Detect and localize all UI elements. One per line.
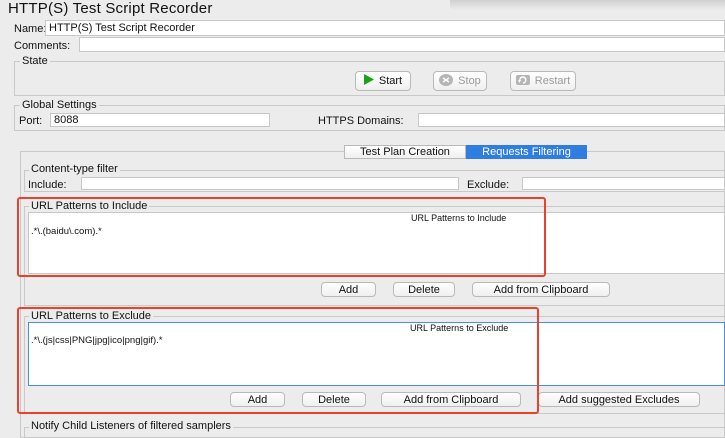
start-button-label: Start <box>378 75 403 87</box>
https-domains-label: HTTPS Domains: <box>318 115 404 127</box>
include-add-from-clipboard-button[interactable]: Add from Clipboard <box>472 282 610 297</box>
restart-button-label: Restart <box>534 75 571 87</box>
content-type-legend: Content-type filter <box>29 163 120 175</box>
tab-requests-filtering[interactable]: Requests Filtering <box>466 145 587 159</box>
exclude-label: Exclude: <box>467 179 510 191</box>
include-label: Include: <box>28 179 67 191</box>
name-field[interactable]: HTTP(S) Test Script Recorder <box>45 20 725 36</box>
stop-button-label: Stop <box>458 75 481 87</box>
window-top-shadow <box>450 0 725 10</box>
highlight-include-box <box>17 197 546 277</box>
restart-icon <box>515 74 530 89</box>
name-label: Name: <box>14 23 47 35</box>
port-label: Port: <box>19 115 43 127</box>
highlight-exclude-box <box>17 307 539 414</box>
tab-test-plan-creation[interactable]: Test Plan Creation <box>344 145 466 159</box>
notify-legend: Notify Child Listeners of filtered sampl… <box>29 420 233 432</box>
comments-label: Comments: <box>14 40 71 52</box>
stop-button[interactable]: Stop <box>433 71 487 91</box>
page-title: HTTP(S) Test Script Recorder <box>8 0 213 17</box>
restart-button[interactable]: Restart <box>510 71 576 91</box>
https-domains-field[interactable] <box>418 113 725 127</box>
add-suggested-excludes-button[interactable]: Add suggested Excludes <box>538 392 700 407</box>
include-add-button[interactable]: Add <box>321 282 376 297</box>
state-legend: State <box>20 55 50 67</box>
global-settings-legend: Global Settings <box>20 99 99 111</box>
include-field[interactable] <box>81 177 459 190</box>
start-button[interactable]: Start <box>355 71 411 91</box>
play-icon <box>363 74 374 88</box>
port-field[interactable]: 8088 <box>50 113 270 127</box>
include-delete-button[interactable]: Delete <box>393 282 455 297</box>
exclude-field[interactable] <box>522 177 725 190</box>
comments-field[interactable] <box>79 37 725 52</box>
stop-icon <box>439 73 454 89</box>
